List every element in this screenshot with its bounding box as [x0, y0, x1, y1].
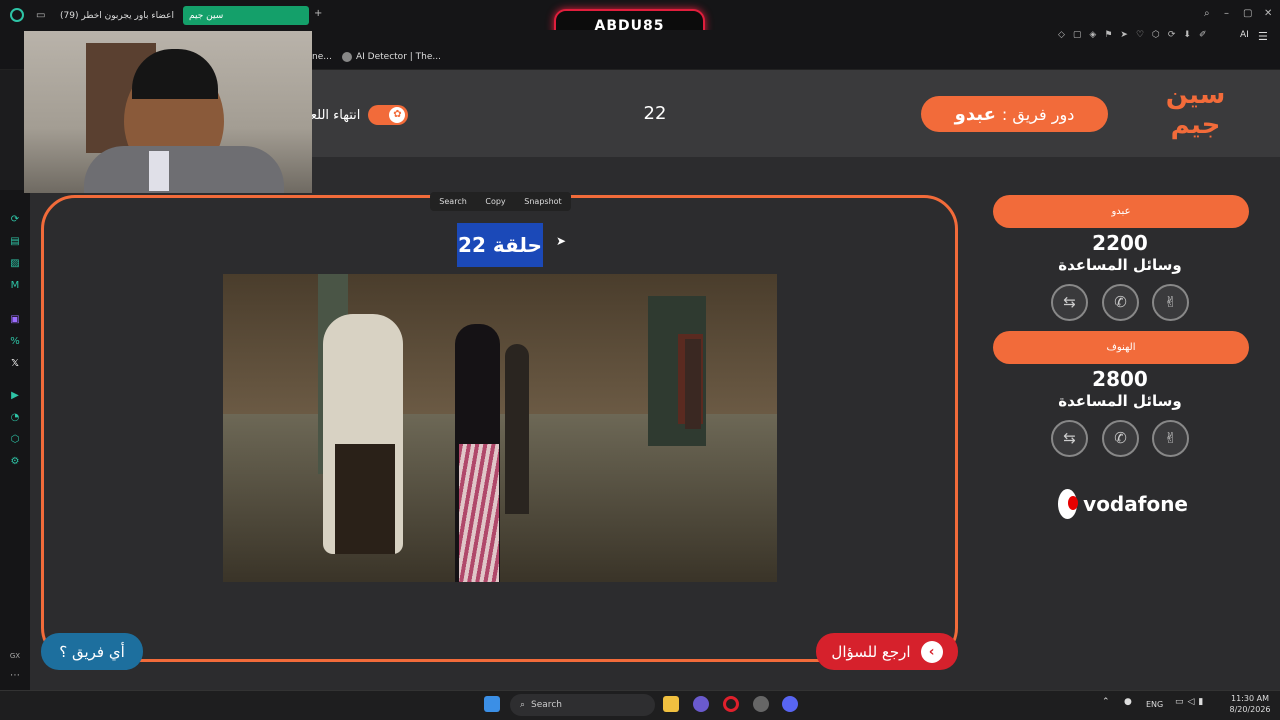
play-icon[interactable]: ▶	[9, 390, 21, 402]
microphone-icon[interactable]: ●	[1124, 697, 1132, 707]
two-answers-icon[interactable]: ✌	[1152, 420, 1189, 457]
swap-question-icon[interactable]: ⇆	[1051, 420, 1088, 457]
discord-icon[interactable]	[782, 696, 798, 712]
tab-label: سين جيم	[189, 10, 224, 21]
gx-icon[interactable]: GX	[9, 650, 21, 662]
settings-icon[interactable]: ⚙	[9, 456, 21, 468]
copy-option[interactable]: Copy	[485, 197, 505, 206]
team-1-score: 2200	[1092, 231, 1148, 255]
back-button-label: ارجع للسؤال	[831, 642, 911, 661]
tab-menu-icon[interactable]: ▭	[36, 10, 45, 21]
swap-question-icon[interactable]: ⇆	[1051, 284, 1088, 321]
snapshot-option[interactable]: Snapshot	[524, 197, 561, 206]
chevron-up-icon[interactable]: ⌃	[1102, 697, 1110, 707]
minimize-icon[interactable]: –	[1224, 8, 1229, 19]
search-icon[interactable]: ⌕	[1204, 8, 1210, 19]
percent-icon[interactable]: %	[9, 336, 21, 348]
team-1-aids-label: وسائل المساعدة	[1058, 256, 1182, 274]
app-icon[interactable]	[753, 696, 769, 712]
ai-detector-icon	[342, 52, 352, 62]
taskbar-search-label: Search	[531, 700, 562, 710]
vodafone-logo-icon	[1058, 489, 1079, 519]
turn-label: دور فريق :	[1001, 104, 1075, 124]
team-turn-indicator: دور فريق : عبدو	[921, 96, 1108, 132]
gear-icon: ✿	[389, 107, 406, 123]
x-icon[interactable]: 𝕏	[9, 358, 21, 370]
which-team-button[interactable]: أي فريق ؟	[41, 633, 143, 670]
opera-gx-icon[interactable]	[10, 8, 24, 22]
game-logo: سين جيم	[1165, 80, 1226, 140]
new-tab-icon[interactable]: +	[314, 8, 322, 19]
refresh-icon[interactable]: ⟳	[9, 214, 21, 226]
close-icon[interactable]: ✕	[1264, 8, 1272, 19]
tab-youtube[interactable]: (79) اعضاء باور يجربون اخطر	[56, 6, 180, 25]
mouse-cursor-icon: ➤	[556, 234, 567, 248]
twitch-icon[interactable]: ▣	[9, 314, 21, 326]
taskbar-search[interactable]: ⌕ Search	[510, 694, 655, 716]
turn-team-name: عبدو	[954, 103, 996, 125]
team-1-name: عبدو	[993, 195, 1249, 228]
chevron-right-icon: ›	[920, 640, 943, 663]
selection-popup: Search Copy Snapshot	[430, 192, 571, 211]
search-option[interactable]: Search	[439, 197, 466, 206]
phone-call-icon[interactable]: ✆	[1102, 284, 1139, 321]
search-icon: ⌕	[520, 700, 526, 710]
sponsor-logo: vodafone	[1058, 488, 1188, 520]
sponsor-name: vodafone	[1083, 492, 1188, 516]
more-icon[interactable]: ⋯	[9, 670, 21, 682]
extension-icons[interactable]: ◇▢◈⚑➤♡⬡⟳⬇✐	[1058, 30, 1215, 40]
clock-icon[interactable]: ◔	[9, 412, 21, 424]
opera-gx-taskbar-icon[interactable]	[723, 696, 739, 712]
team-2-score: 2800	[1092, 367, 1148, 391]
bookmark-label: AI Detector | The...	[356, 52, 441, 62]
taskbar-clock[interactable]: 11:30 AM 8/20/2026	[1222, 693, 1278, 715]
episode-image	[223, 274, 777, 582]
tab-active[interactable]: سين جيم	[183, 6, 309, 25]
episode-title: حلقة 22	[457, 223, 543, 267]
stripes-icon[interactable]: ▨	[9, 258, 21, 270]
m-icon[interactable]: M	[9, 280, 21, 292]
webcam-overlay	[24, 31, 312, 193]
app-icon[interactable]	[693, 696, 709, 712]
windows-start-icon[interactable]	[484, 696, 500, 712]
menu-icon[interactable]: ☰	[1258, 30, 1268, 43]
time: 11:30 AM	[1231, 694, 1269, 703]
maximize-icon[interactable]: ▢	[1243, 8, 1252, 19]
end-game-toggle[interactable]: ✿	[368, 105, 409, 125]
back-to-question-button[interactable]: › ارجع للسؤال	[816, 633, 958, 670]
browser-sidebar: ⟳ ▤ ▨ M ▣ % 𝕏 ▶ ◔ ⬡ ⚙ GX ⋯	[0, 190, 30, 690]
end-game-control[interactable]: انتهاء اللعبة ✿	[300, 104, 430, 126]
team-2-aids-label: وسائل المساعدة	[1058, 392, 1182, 410]
cube-icon[interactable]: ⬡	[9, 434, 21, 446]
tab-label: (79) اعضاء باور يجربون اخطر	[60, 10, 174, 21]
file-explorer-icon[interactable]	[663, 696, 679, 712]
language-indicator[interactable]: ENG	[1146, 700, 1163, 709]
date: 8/20/2026	[1229, 705, 1271, 714]
round-number: 22	[643, 103, 667, 124]
team-2-name: الهنوف	[993, 331, 1249, 364]
two-answers-icon[interactable]: ✌	[1152, 284, 1189, 321]
layers-icon[interactable]: ▤	[9, 236, 21, 248]
bookmark-partial[interactable]: ne...	[312, 52, 332, 62]
bookmark-ai-detector[interactable]: AI Detector | The...	[342, 52, 441, 62]
phone-call-icon[interactable]: ✆	[1102, 420, 1139, 457]
system-tray-icons[interactable]: ▭◁▮	[1175, 697, 1207, 707]
ai-icon[interactable]: AI	[1240, 30, 1249, 40]
